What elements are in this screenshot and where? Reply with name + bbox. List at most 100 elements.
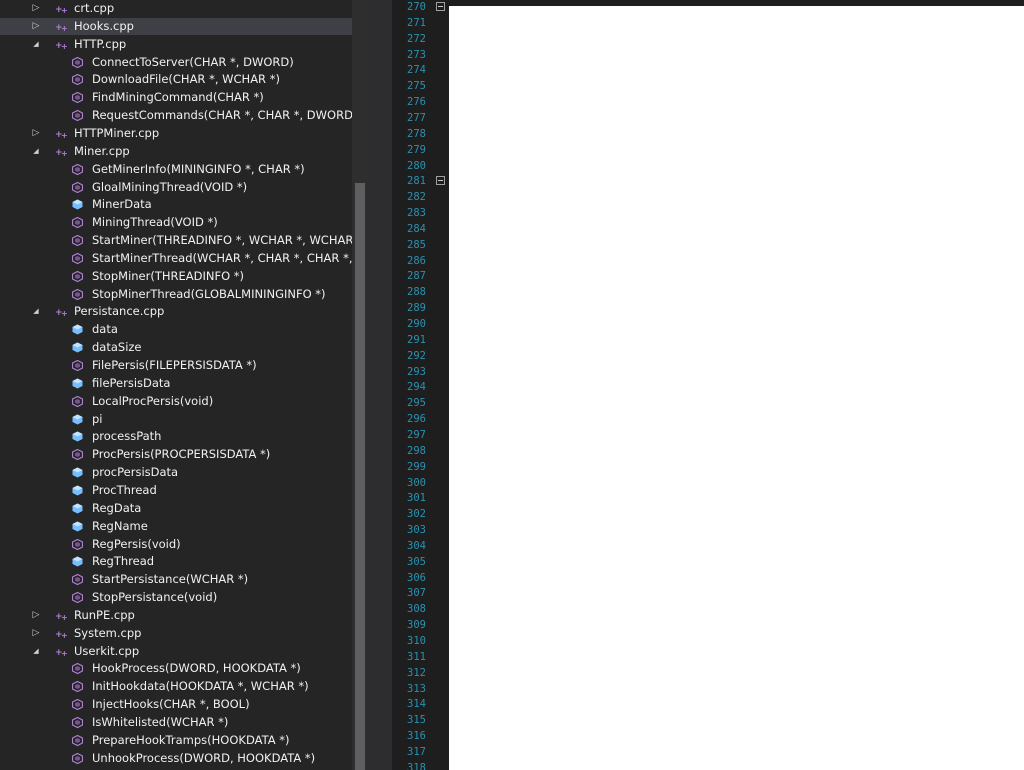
panel-splitter[interactable] (368, 0, 392, 770)
member-node-label: PrepareHookTramps(HOOKDATA *) (92, 733, 290, 747)
field-icon (72, 518, 86, 535)
method-icon (72, 54, 86, 71)
tree-file-node[interactable]: ◢ + + HTTP.cpp (0, 36, 352, 53)
line-number: 299 (407, 461, 426, 473)
code-editor-area[interactable] (449, 6, 1024, 770)
file-node-label: RunPE.cpp (74, 608, 135, 622)
line-number: 275 (407, 80, 426, 92)
tree-member-node[interactable]: InitHookdata(HOOKDATA *, WCHAR *) (0, 678, 352, 695)
tree-member-node[interactable]: UnhookProcess(DWORD, HOOKDATA *) (0, 750, 352, 767)
line-number: 291 (407, 334, 426, 346)
tree-member-node[interactable]: ProcPersis(PROCPERSISDATA *) (0, 446, 352, 463)
file-node-label: Hooks.cpp (74, 19, 134, 33)
tree-file-node[interactable]: ◢ + + Miner.cpp (0, 143, 352, 160)
line-number: 276 (407, 96, 426, 108)
tree-member-node[interactable]: data (0, 321, 352, 338)
tree-file-node[interactable]: ◢ + + Persistance.cpp (0, 303, 352, 320)
tree-member-node[interactable]: RegName (0, 518, 352, 535)
method-icon (72, 589, 86, 606)
line-number: 308 (407, 603, 426, 615)
tree-member-node[interactable]: StartMinerThread(WCHAR *, CHAR *, CHAR *… (0, 250, 352, 267)
line-number: 281 (407, 175, 426, 187)
collapsed-arrow-icon[interactable]: ▷ (30, 607, 42, 624)
line-number: 270 (407, 1, 426, 13)
expanded-arrow-icon[interactable]: ◢ (30, 303, 42, 320)
tree-vertical-scrollbar[interactable] (352, 0, 368, 770)
tree-member-node[interactable]: RequestCommands(CHAR *, CHAR *, DWORD, B… (0, 107, 352, 124)
line-number: 300 (407, 477, 426, 489)
tree-member-node[interactable]: ConnectToServer(CHAR *, DWORD) (0, 54, 352, 71)
expanded-arrow-icon[interactable]: ◢ (30, 143, 42, 160)
tree-file-node[interactable]: ▷ + + System.cpp (0, 625, 352, 642)
tree-member-node[interactable]: IsWhitelisted(WCHAR *) (0, 714, 352, 731)
tree-member-node[interactable]: StopPersistance(void) (0, 589, 352, 606)
expanded-arrow-icon[interactable]: ◢ (30, 643, 42, 660)
tree-member-node[interactable]: RegPersis(void) (0, 536, 352, 553)
collapsed-arrow-icon[interactable]: ▷ (30, 125, 42, 142)
svg-text:+: + (61, 42, 68, 50)
line-number: 273 (407, 49, 426, 61)
line-number: 295 (407, 397, 426, 409)
line-number: 314 (407, 698, 426, 710)
line-number: 307 (407, 587, 426, 599)
method-icon (72, 536, 86, 553)
tree-file-node[interactable]: ▷ + + HTTPMiner.cpp (0, 125, 352, 142)
svg-text:+: + (61, 6, 68, 14)
expanded-arrow-icon[interactable]: ◢ (30, 36, 42, 53)
tree-member-node[interactable]: pi (0, 411, 352, 428)
svg-text:+: + (61, 309, 68, 317)
collapse-region-icon[interactable] (436, 2, 445, 11)
tree-file-node[interactable]: ▷ + + crt.cpp (0, 0, 352, 17)
method-icon (72, 732, 86, 749)
cpp-file-icon: + + (55, 607, 73, 624)
tree-member-node[interactable]: LocalProcPersis(void) (0, 393, 352, 410)
collapsed-arrow-icon[interactable]: ▷ (30, 625, 42, 642)
tree-file-node[interactable]: ◢ + + Userkit.cpp (0, 643, 352, 660)
tree-member-node[interactable]: MiningThread(VOID *) (0, 214, 352, 231)
tree-member-node[interactable]: RegThread (0, 553, 352, 570)
tree-member-node[interactable]: FilePersis(FILEPERSISDATA *) (0, 357, 352, 374)
tree-member-node[interactable]: InjectHooks(CHAR *, BOOL) (0, 696, 352, 713)
tree-member-node[interactable]: StopMinerThread(GLOBALMININGINFO *) (0, 286, 352, 303)
line-number: 286 (407, 255, 426, 267)
method-icon (72, 268, 86, 285)
tree-member-node[interactable]: PrepareHookTramps(HOOKDATA *) (0, 732, 352, 749)
tree-member-node[interactable]: ProcThread (0, 482, 352, 499)
tree-member-node[interactable]: MinerData (0, 196, 352, 213)
tree-member-node[interactable]: GloalMiningThread(VOID *) (0, 179, 352, 196)
method-icon (72, 89, 86, 106)
field-icon (72, 553, 86, 570)
svg-text:+: + (61, 649, 68, 657)
member-node-label: ProcThread (92, 483, 157, 497)
member-node-label: StartMinerThread(WCHAR *, CHAR *, CHAR *… (92, 251, 352, 265)
tree-member-node[interactable]: DownloadFile(CHAR *, WCHAR *) (0, 71, 352, 88)
tree-member-node[interactable]: StartMiner(THREADINFO *, WCHAR *, WCHAR … (0, 232, 352, 249)
tree-member-node[interactable]: HookProcess(DWORD, HOOKDATA *) (0, 660, 352, 677)
tree-member-node[interactable]: StartPersistance(WCHAR *) (0, 571, 352, 588)
tree-member-node[interactable]: processPath (0, 428, 352, 445)
tree-member-node[interactable]: filePersisData (0, 375, 352, 392)
method-icon (72, 393, 86, 410)
scrollbar-thumb[interactable] (355, 183, 365, 770)
file-node-label: crt.cpp (74, 1, 115, 15)
member-node-label: dataSize (92, 340, 142, 354)
tree-file-node[interactable]: ▷ + + RunPE.cpp (0, 607, 352, 624)
line-number: 277 (407, 112, 426, 124)
method-icon (72, 179, 86, 196)
method-icon (72, 357, 86, 374)
method-icon (72, 250, 86, 267)
tree-member-node[interactable]: StopMiner(THREADINFO *) (0, 268, 352, 285)
collapsed-arrow-icon[interactable]: ▷ (30, 0, 42, 17)
tree-member-node[interactable]: RegData (0, 500, 352, 517)
collapse-region-icon[interactable] (436, 176, 445, 185)
tree-member-node[interactable]: FindMiningCommand(CHAR *) (0, 89, 352, 106)
cpp-file-icon: + + (55, 625, 73, 642)
tree-file-node[interactable]: ▷ + + Hooks.cpp (0, 18, 352, 35)
line-number: 274 (407, 64, 426, 76)
member-node-label: HookProcess(DWORD, HOOKDATA *) (92, 661, 301, 675)
tree-member-node[interactable]: dataSize (0, 339, 352, 356)
collapsed-arrow-icon[interactable]: ▷ (30, 18, 42, 35)
tree-member-node[interactable]: GetMinerInfo(MININGINFO *, CHAR *) (0, 161, 352, 178)
tree-member-node[interactable]: procPersisData (0, 464, 352, 481)
line-number: 304 (407, 540, 426, 552)
